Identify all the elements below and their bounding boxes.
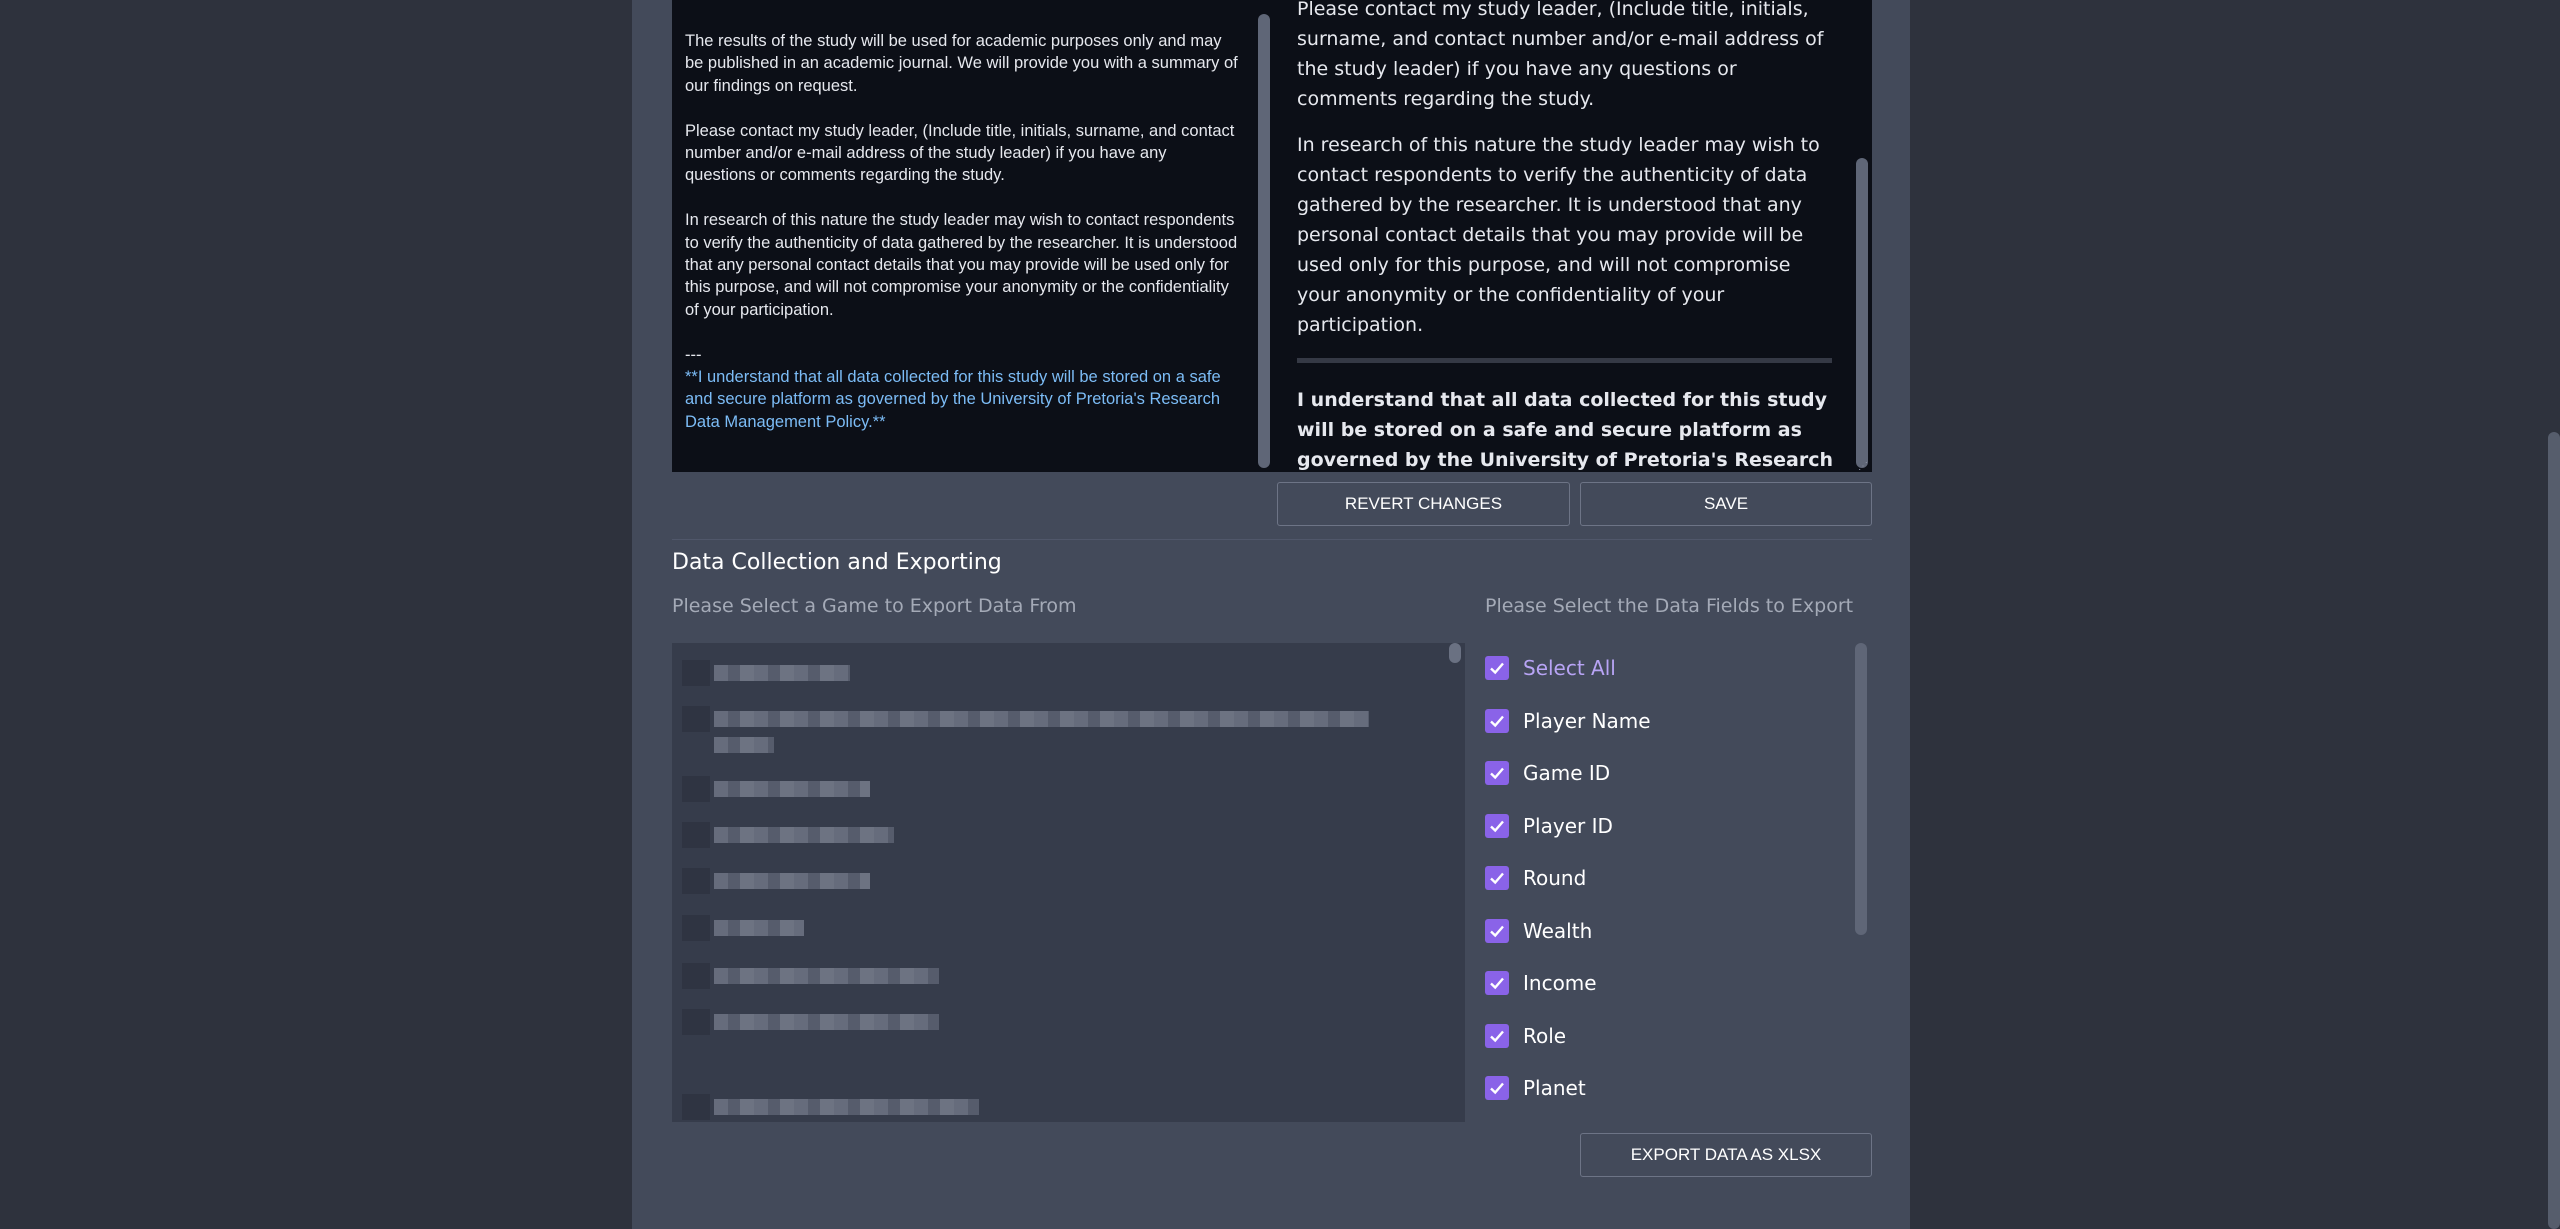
checkbox-player-name[interactable]: Player Name <box>1485 706 1651 736</box>
list-item[interactable] <box>682 1009 939 1035</box>
game-icon <box>682 776 710 802</box>
checkbox-player-id[interactable]: Player ID <box>1485 811 1613 841</box>
editor-bold-paragraph: **I understand that all data collected f… <box>685 368 1221 431</box>
checkbox-checked-icon[interactable] <box>1485 656 1509 680</box>
list-item[interactable] <box>682 706 1369 732</box>
checkbox-income[interactable]: Income <box>1485 968 1597 998</box>
section-divider <box>672 539 1872 540</box>
checkbox-checked-icon[interactable] <box>1485 761 1509 785</box>
checkbox-checked-icon[interactable] <box>1485 1076 1509 1100</box>
preview-paragraph-2: In research of this nature the study lea… <box>1297 134 1820 336</box>
editor-separator: --- <box>685 345 702 364</box>
list-item[interactable] <box>682 1094 979 1120</box>
checkbox-checked-icon[interactable] <box>1485 919 1509 943</box>
checkbox-checked-icon[interactable] <box>1485 1024 1509 1048</box>
game-icon <box>682 822 710 848</box>
markdown-editor-text[interactable]: The results of the study will be used fo… <box>685 30 1240 433</box>
editor-paragraph-2: Please contact my study leader, (Include… <box>685 121 1235 185</box>
game-icon <box>682 963 710 989</box>
resize-grip-icon[interactable]: ⋰ <box>1858 462 1868 472</box>
checkbox-checked-icon[interactable] <box>1485 971 1509 995</box>
game-icon <box>682 868 710 894</box>
revert-changes-button[interactable]: REVERT CHANGES <box>1277 482 1570 526</box>
editor-paragraph-1: The results of the study will be used fo… <box>685 32 1238 95</box>
preview-paragraph-1: Please contact my study leader, (Include… <box>1297 0 1824 110</box>
game-icon <box>682 660 710 686</box>
data-section-title: Data Collection and Exporting <box>672 550 1002 575</box>
checkbox-checked-icon[interactable] <box>1485 709 1509 733</box>
checkbox-select-all[interactable]: Select All <box>1485 653 1616 683</box>
list-item[interactable] <box>682 660 850 686</box>
markdown-editor[interactable]: The results of the study will be used fo… <box>672 0 1272 472</box>
list-item <box>682 732 774 758</box>
page-scrollbar[interactable] <box>2548 432 2560 1229</box>
fields-scrollbar[interactable] <box>1855 643 1867 935</box>
checkbox-role[interactable]: Role <box>1485 1021 1566 1051</box>
preview-scrollbar[interactable] <box>1856 158 1868 468</box>
export-fields-list: Select All Player Name Game ID Player ID… <box>1485 643 1855 1113</box>
save-button[interactable]: SAVE <box>1580 482 1872 526</box>
fields-select-label: Please Select the Data Fields to Export <box>1485 595 1854 617</box>
game-icon <box>682 915 710 941</box>
game-icon <box>682 1094 710 1120</box>
game-icon <box>682 706 710 732</box>
game-icon <box>682 1009 710 1035</box>
game-select-label: Please Select a Game to Export Data From <box>672 595 1077 617</box>
checkbox-game-id[interactable]: Game ID <box>1485 758 1610 788</box>
checkbox-round[interactable]: Round <box>1485 863 1586 893</box>
list-item[interactable] <box>682 776 870 802</box>
list-item[interactable] <box>682 822 894 848</box>
checkbox-checked-icon[interactable] <box>1485 866 1509 890</box>
editor-paragraph-3: In research of this nature the study lea… <box>685 211 1238 319</box>
editor-scrollbar[interactable] <box>1258 14 1270 468</box>
export-data-button[interactable]: EXPORT DATA AS XLSX <box>1580 1133 1872 1177</box>
markdown-preview: Please contact my study leader, (Include… <box>1272 0 1872 472</box>
list-item[interactable] <box>682 915 804 941</box>
list-item[interactable] <box>682 963 939 989</box>
preview-divider <box>1297 358 1832 363</box>
checkbox-planet[interactable]: Planet <box>1485 1073 1586 1103</box>
game-list[interactable] <box>672 643 1465 1122</box>
checkbox-wealth[interactable]: Wealth <box>1485 916 1592 946</box>
list-item[interactable] <box>682 868 870 894</box>
game-list-scrollbar[interactable] <box>1449 643 1461 663</box>
checkbox-checked-icon[interactable] <box>1485 814 1509 838</box>
preview-bold-paragraph: I understand that all data collected for… <box>1297 389 1834 471</box>
